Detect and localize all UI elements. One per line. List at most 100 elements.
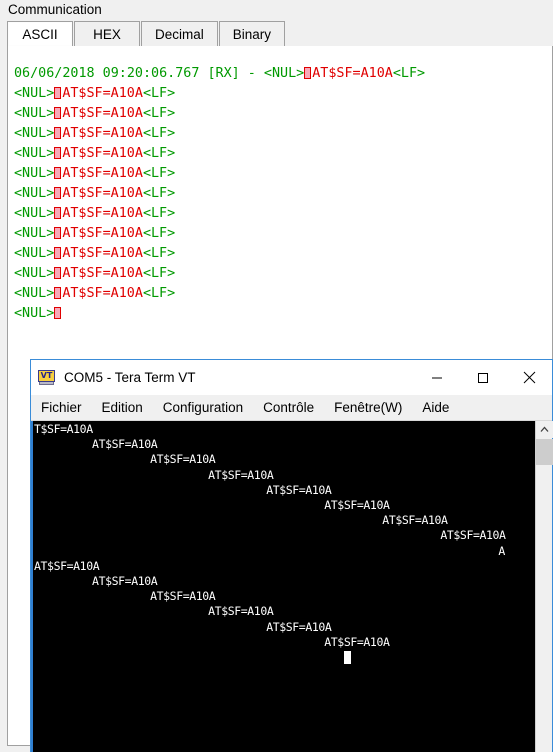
nul-control-glyph [54, 187, 62, 199]
log-line: <NUL> AT$SF=A10A<LF> [14, 164, 425, 184]
log-lf-token: <LF> [142, 106, 176, 121]
terminal-line: AT$SF=A10A [324, 498, 390, 512]
nul-control-glyph [54, 227, 62, 239]
log-timestamp: 06/06/2018 09:20:06.767 [RX] - [14, 66, 264, 81]
tab-label: Binary [232, 26, 272, 42]
log-nul-token: <NUL> [14, 186, 55, 201]
log-nul-token: <NUL> [14, 146, 55, 161]
log-command: AT$SF=A10A [62, 246, 143, 261]
tera-term-window[interactable]: VT COM5 - Tera Term VT Fichier Edition C… [30, 359, 553, 752]
log-command: AT$SF=A10A [62, 166, 143, 181]
log-nul-token: <NUL> [14, 266, 55, 281]
log-line: <NUL> AT$SF=A10A<LF> [14, 204, 425, 224]
terminal-line: AT$SF=A10A [266, 482, 332, 497]
log-lf-token: <LF> [142, 186, 176, 201]
nul-control-glyph [304, 67, 312, 79]
log-line: <NUL> AT$SF=A10A<LF> [14, 104, 425, 124]
nul-control-glyph [54, 207, 62, 219]
log-command: AT$SF=A10A [62, 226, 143, 241]
log-line: <NUL> AT$SF=A10A<LF> [14, 224, 425, 244]
log-lf-token: <LF> [142, 226, 176, 241]
terminal-line: AT$SF=A10A [150, 589, 216, 604]
screen-root: Communication ASCII HEX Decimal Binary 06/0… [0, 0, 553, 752]
log-line: <NUL> [14, 304, 425, 324]
log-line: <NUL> AT$SF=A10A<LF> [14, 84, 425, 104]
log-lf-token: <LF> [142, 266, 176, 281]
minimize-button[interactable] [414, 360, 460, 395]
log-nul-token: <NUL> [263, 66, 305, 81]
log-lf-token: <LF> [142, 206, 176, 221]
terminal-line: AT$SF=A10A [92, 574, 158, 588]
log-command: AT$SF=A10A [62, 126, 143, 141]
nul-control-glyph [54, 247, 62, 259]
terminal-line: AT$SF=A10A [34, 558, 100, 573]
menu-item-configuration[interactable]: Configuration [153, 395, 253, 421]
tab-label: HEX [93, 26, 121, 42]
log-nul-token: <NUL> [14, 226, 55, 241]
terminal-scrollbar[interactable] [535, 421, 553, 752]
format-tabstrip: ASCII HEX Decimal Binary [7, 21, 553, 47]
nul-control-glyph [54, 127, 62, 139]
nul-control-glyph [54, 87, 62, 99]
nul-control-glyph [54, 147, 62, 159]
log-lf-token: <LF> [142, 126, 176, 141]
log-lf-token: <LF> [142, 146, 176, 161]
scrollbar-thumb[interactable] [536, 439, 553, 465]
tab-decimal[interactable]: Decimal [141, 21, 218, 47]
terminal-line: AT$SF=A10A [324, 634, 390, 649]
terminal-screen[interactable]: T$SF=A10A AT$SF=A10A AT$SF=A10A AT$SF=A10A A… [31, 421, 535, 752]
log-nul-token: <NUL> [14, 306, 55, 321]
log-line: <NUL> AT$SF=A10A<LF> [14, 184, 425, 204]
log-lf-token: <LF> [392, 66, 426, 81]
log-line: <NUL> AT$SF=A10A<LF> [14, 124, 425, 144]
log-nul-token: <NUL> [14, 166, 55, 181]
log-nul-token: <NUL> [14, 246, 55, 261]
log-line: <NUL> AT$SF=A10A<LF> [14, 284, 425, 304]
terminal-line: A [498, 543, 505, 558]
nul-control-glyph [54, 267, 62, 279]
log-nul-token: <NUL> [14, 106, 55, 121]
menu-item-fen-tre-w[interactable]: Fenêtre(W) [324, 395, 412, 421]
tera-term-title: COM5 - Tera Term VT [64, 370, 196, 385]
tab-binary[interactable]: Binary [218, 21, 286, 47]
terminal-line: AT$SF=A10A [382, 513, 448, 528]
menu-item-fichier[interactable]: Fichier [31, 395, 92, 421]
log-lf-token: <LF> [142, 86, 176, 101]
scroll-up-arrow[interactable] [536, 421, 553, 438]
nul-control-glyph [54, 287, 62, 299]
log-command: AT$SF=A10A [62, 106, 143, 121]
tab-label: ASCII [22, 26, 58, 42]
log-command: AT$SF=A10A [62, 286, 143, 301]
log-command: AT$SF=A10A [312, 66, 393, 81]
nul-control-glyph [54, 167, 62, 179]
maximize-button[interactable] [460, 360, 506, 395]
log-nul-token: <NUL> [14, 206, 55, 221]
log-lf-token: <LF> [142, 166, 176, 181]
close-button[interactable] [506, 360, 552, 395]
log-nul-token: <NUL> [14, 286, 55, 301]
menu-item-aide[interactable]: Aide [412, 395, 459, 421]
log-line: 06/06/2018 09:20:06.767 [RX] - <NUL> AT$S… [14, 64, 425, 84]
tab-ascii[interactable]: ASCII [7, 21, 73, 47]
tera-term-client: T$SF=A10A AT$SF=A10A AT$SF=A10A AT$SF=A10A A… [31, 421, 553, 752]
scrollbar-track[interactable] [536, 465, 552, 752]
menu-item-contr-le[interactable]: Contrôle [253, 395, 324, 421]
terminal-line: AT$SF=A10A [150, 452, 216, 467]
terminal-line: AT$SF=A10A [208, 467, 274, 482]
tera-term-titlebar[interactable]: VT COM5 - Tera Term VT [31, 360, 552, 395]
terminal-cursor [343, 651, 351, 664]
menu-item-edition[interactable]: Edition [92, 395, 153, 421]
terminal-line: AT$SF=A10A [208, 604, 274, 619]
communication-log-text: 06/06/2018 09:20:06.767 [RX] - <NUL> AT$S… [14, 64, 425, 324]
log-command: AT$SF=A10A [62, 86, 143, 101]
log-line: <NUL> AT$SF=A10A<LF> [14, 264, 425, 284]
log-line: <NUL> AT$SF=A10A<LF> [14, 144, 425, 164]
terminal-line: AT$SF=A10A [440, 528, 506, 543]
nul-control-glyph [54, 107, 62, 119]
log-nul-token: <NUL> [14, 126, 55, 141]
tabstrip-filler [286, 21, 553, 47]
vt-terminal-icon: VT [38, 370, 55, 385]
log-lf-token: <LF> [142, 246, 176, 261]
tab-hex[interactable]: HEX [74, 21, 140, 47]
log-line: <NUL> AT$SF=A10A<LF> [14, 244, 425, 264]
